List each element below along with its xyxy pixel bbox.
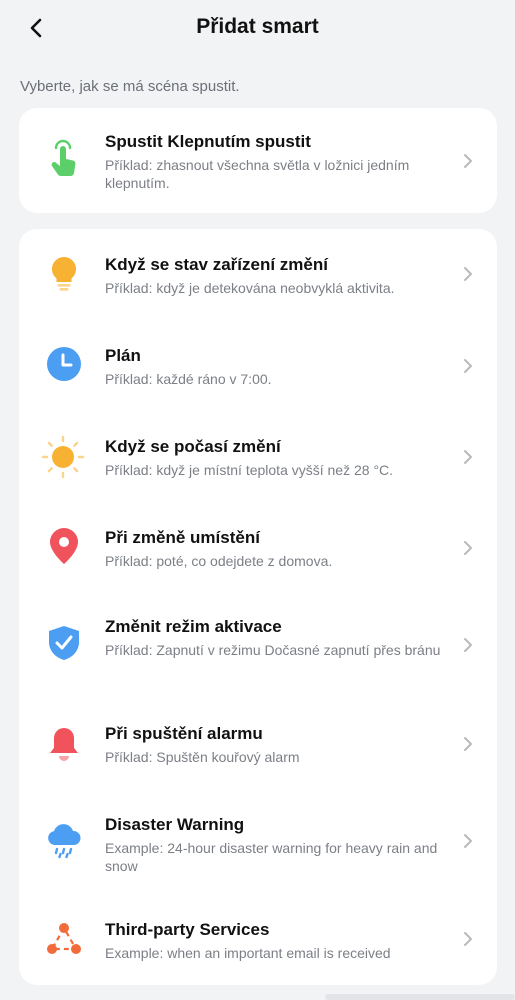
chevron-right-icon xyxy=(461,265,475,283)
option-description: Příklad: poté, co odejdete z domova. xyxy=(105,553,333,569)
option-title: Když se stav zařízení změní xyxy=(105,255,328,274)
home-indicator xyxy=(325,994,515,1000)
conditions-card: Když se stav zařízení změní Příklad: kdy… xyxy=(19,229,497,985)
chevron-right-icon xyxy=(461,539,475,557)
header: Přidat smart xyxy=(0,0,515,56)
clock-icon xyxy=(45,345,83,383)
option-title: Plán xyxy=(105,346,141,365)
option-description: Example: 24-hour disaster warning for he… xyxy=(105,840,438,874)
rain-cloud-icon xyxy=(45,822,83,860)
option-description: Příklad: Spuštěn kouřový alarm xyxy=(105,749,300,765)
option-alarm-triggered[interactable]: Při spuštění alarmu Příklad: Spuštěn kou… xyxy=(19,701,497,792)
chevron-right-icon xyxy=(461,930,475,948)
chevron-right-icon xyxy=(461,636,475,654)
option-device-state-change[interactable]: Když se stav zařízení změní Příklad: kdy… xyxy=(19,229,497,321)
option-title: Spustit Klepnutím spustit xyxy=(105,132,311,151)
chevron-right-icon xyxy=(461,152,475,170)
option-title: Změnit režim aktivace xyxy=(105,617,282,636)
option-tap-to-run[interactable]: Spustit Klepnutím spustit Příklad: zhasn… xyxy=(19,108,497,213)
page-subtitle: Vyberte, jak se má scéna spustit. xyxy=(20,78,240,95)
tap-option-card: Spustit Klepnutím spustit Příklad: zhasn… xyxy=(19,108,497,213)
option-schedule[interactable]: Plán Příklad: každé ráno v 7:00. xyxy=(19,321,497,412)
option-description: Příklad: každé ráno v 7:00. xyxy=(105,371,272,387)
option-third-party-services[interactable]: Third-party Services Example: when an im… xyxy=(19,892,497,985)
option-title: Když se počasí změní xyxy=(105,437,281,456)
chevron-right-icon xyxy=(461,832,475,850)
option-description: Příklad: když je detekována neobvyklá ak… xyxy=(105,280,395,296)
chevron-right-icon xyxy=(461,357,475,375)
chevron-right-icon xyxy=(461,448,475,466)
option-location-change[interactable]: Při změně umístění Příklad: poté, co ode… xyxy=(19,503,497,594)
shield-check-icon xyxy=(45,624,83,662)
services-icon xyxy=(45,920,83,958)
chevron-right-icon xyxy=(461,735,475,753)
option-title: Při změně umístění xyxy=(105,528,260,547)
option-title: Third-party Services xyxy=(105,920,270,939)
option-title: Disaster Warning xyxy=(105,815,245,834)
option-description: Příklad: Zapnutí v režimu Dočasné zapnut… xyxy=(105,642,441,658)
option-description: Příklad: zhasnout všechna světla v ložni… xyxy=(105,157,410,191)
tap-hand-icon xyxy=(45,139,83,178)
option-disaster-warning[interactable]: Disaster Warning Example: 24-hour disast… xyxy=(19,792,497,892)
option-description: Example: when an important email is rece… xyxy=(105,945,391,961)
option-title: Při spuštění alarmu xyxy=(105,724,263,743)
location-pin-icon xyxy=(45,527,83,565)
page-title: Přidat smart xyxy=(196,15,319,38)
sun-icon xyxy=(41,435,85,479)
option-weather-change[interactable]: Když se počasí změní Příklad: když je mí… xyxy=(19,412,497,503)
option-arming-mode[interactable]: Změnit režim aktivace Příklad: Zapnutí v… xyxy=(19,594,497,701)
option-description: Příklad: když je místní teplota vyšší ne… xyxy=(105,462,394,478)
bell-icon xyxy=(45,725,83,763)
bulb-icon xyxy=(45,255,83,293)
